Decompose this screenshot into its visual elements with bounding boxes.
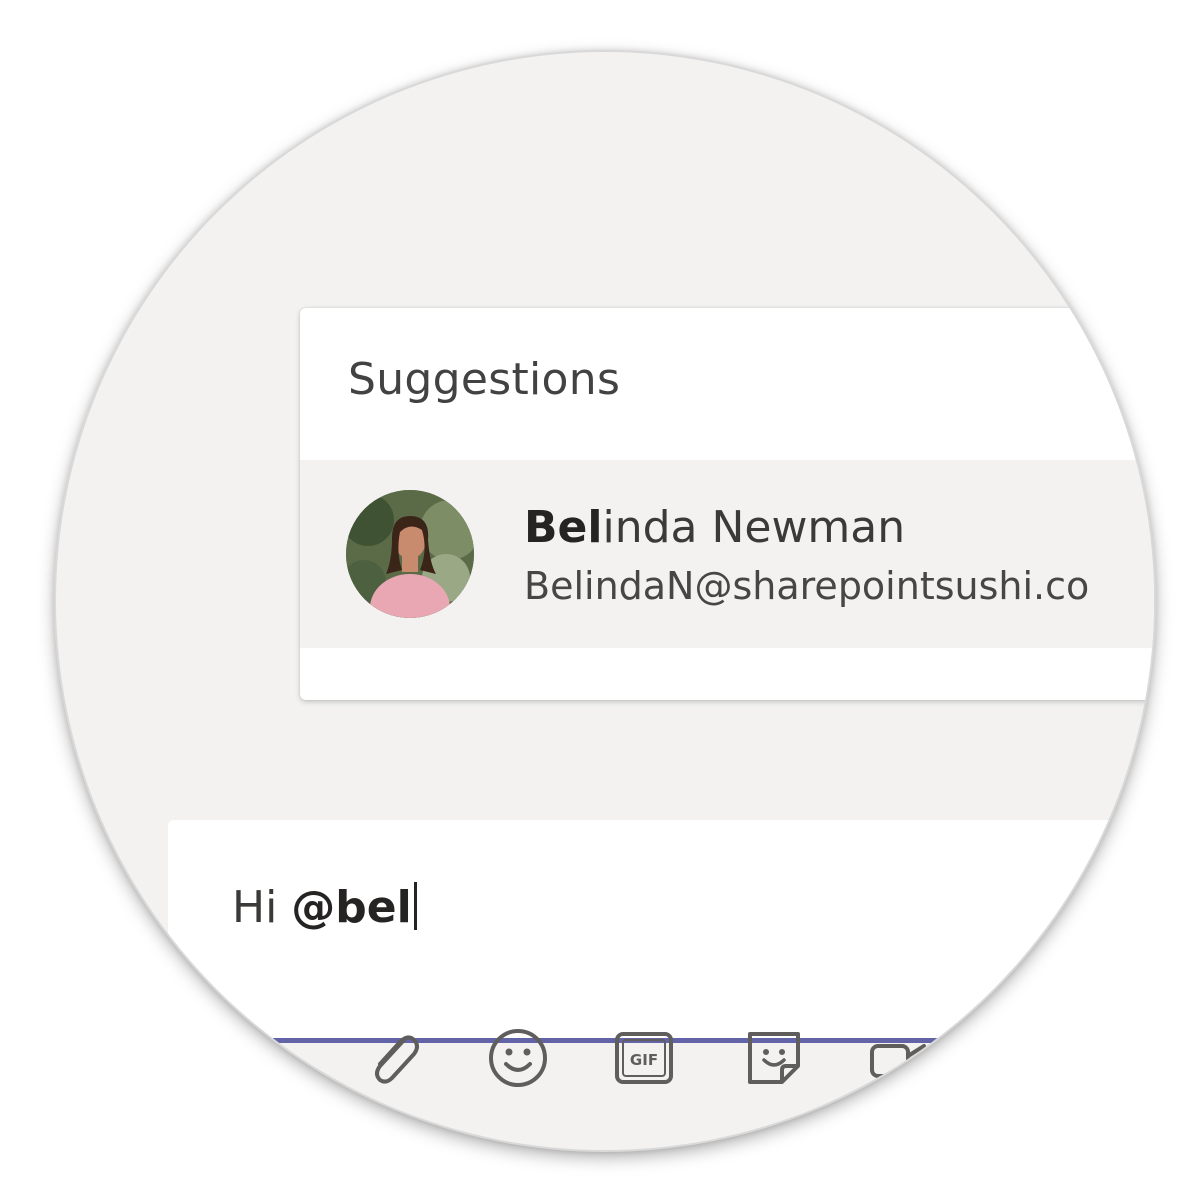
message-compose-box[interactable]: Hi @bel <box>168 820 1154 1043</box>
person-email: BelindaN@sharepointsushi.co <box>524 564 1090 608</box>
attach-icon[interactable] <box>360 1026 424 1090</box>
compose-toolbar: GIF <box>56 1012 1154 1102</box>
message-input[interactable]: Hi @bel <box>232 882 417 933</box>
suggestions-panel: Suggestions Belinda Newman BelindaN@shar… <box>300 308 1154 700</box>
mention-text: @bel <box>291 882 412 933</box>
sticker-icon[interactable] <box>742 1026 806 1090</box>
person-name: Belinda Newman <box>524 502 905 553</box>
suggestions-title: Suggestions <box>348 354 621 405</box>
person-name-rest: inda Newman <box>602 502 906 553</box>
stage: Suggestions Belinda Newman BelindaN@shar… <box>0 0 1199 1199</box>
avatar <box>346 490 474 618</box>
emoji-icon[interactable] <box>486 1026 550 1090</box>
text-caret <box>413 882 417 930</box>
suggestion-item[interactable]: Belinda Newman BelindaN@sharepointsushi.… <box>300 460 1154 648</box>
person-name-match: Bel <box>524 502 603 553</box>
meet-now-icon[interactable] <box>866 1026 930 1090</box>
avatar-photo <box>346 490 474 618</box>
message-prefix: Hi <box>232 882 292 933</box>
zoom-circle: Suggestions Belinda Newman BelindaN@shar… <box>56 52 1154 1150</box>
gif-icon[interactable]: GIF <box>612 1026 676 1090</box>
svg-text:GIF: GIF <box>630 1051 658 1069</box>
